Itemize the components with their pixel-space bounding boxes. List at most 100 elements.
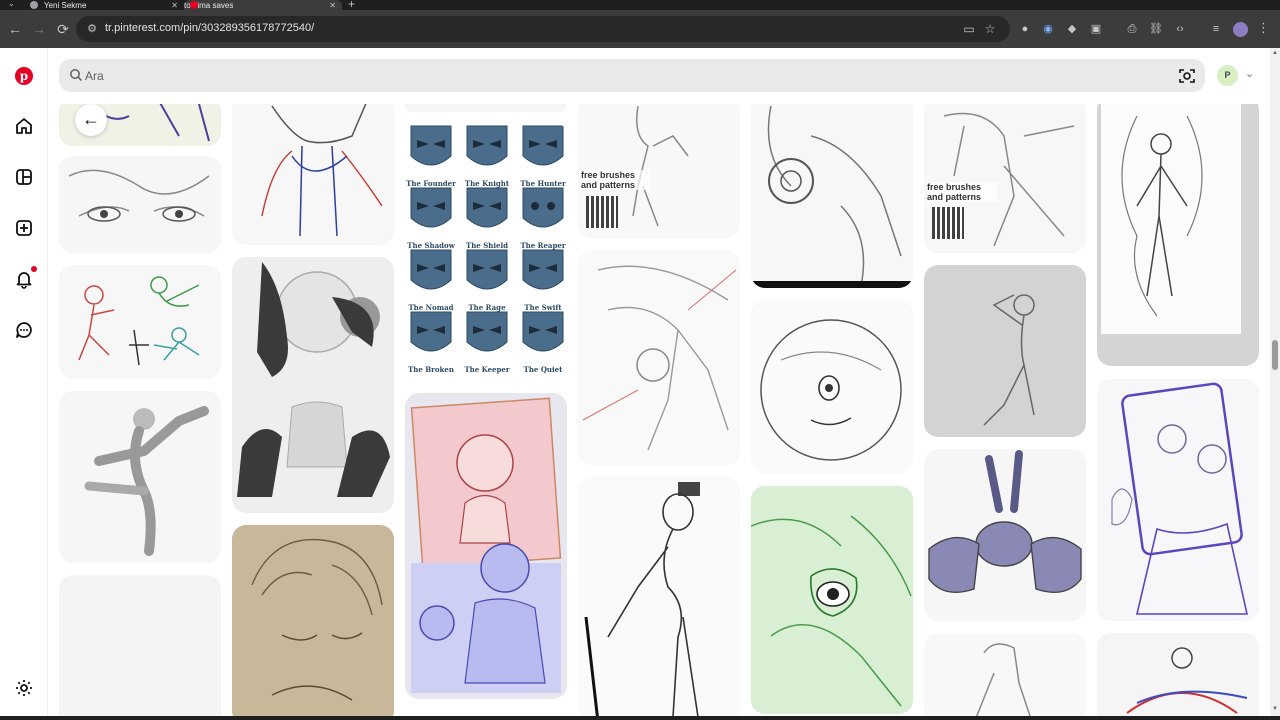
- pin-card[interactable]: [232, 257, 394, 513]
- mask-grid-image: [410, 125, 564, 352]
- messages-icon[interactable]: [14, 320, 34, 340]
- extension-diamond-icon[interactable]: ◆: [1065, 22, 1079, 36]
- pin-card[interactable]: [59, 265, 221, 379]
- pin-card[interactable]: [751, 300, 913, 474]
- pin-card[interactable]: [232, 525, 394, 716]
- link-icon[interactable]: ⛓: [1149, 22, 1163, 36]
- pin-card[interactable]: [924, 449, 1086, 621]
- pin-card[interactable]: [232, 104, 394, 245]
- mask-label: The Swift: [524, 303, 562, 312]
- mask-label: The Hunter: [520, 179, 566, 188]
- search-bar[interactable]: [59, 59, 1205, 92]
- pin-card-masks[interactable]: The Founder The Knight The Hunter The Sh…: [405, 122, 567, 378]
- devtools-code-icon[interactable]: ‹›: [1173, 22, 1187, 36]
- pin-card[interactable]: [59, 575, 221, 716]
- browser-toolbar: ← → ⟳ ⚙ tr.pinterest.com/pin/30328935617…: [0, 10, 1280, 48]
- url-text[interactable]: tr.pinterest.com/pin/303289356178772540/: [105, 22, 314, 34]
- pin-card[interactable]: [924, 265, 1086, 437]
- address-bar[interactable]: ⚙ tr.pinterest.com/pin/30328935617877254…: [76, 16, 1010, 42]
- create-icon[interactable]: [14, 218, 34, 238]
- settings-gear-icon[interactable]: [14, 678, 34, 698]
- extension-gray-icon[interactable]: ●: [1018, 22, 1032, 36]
- qr-code: [932, 207, 964, 239]
- mask-label: The Founder: [406, 179, 456, 188]
- tab-title: Yeni Sekme: [44, 0, 87, 10]
- back-nav-icon[interactable]: ←: [6, 20, 24, 38]
- mask-label: The Reaper: [520, 241, 566, 250]
- pin-sketch-image: [760, 319, 902, 461]
- pin-card[interactable]: [924, 633, 1086, 716]
- qr-code: [586, 196, 618, 228]
- promo-text: free brushes and patterns: [927, 182, 997, 202]
- pin-sketch-image: [410, 397, 562, 693]
- browser-profile-avatar[interactable]: [1233, 22, 1248, 37]
- visual-search-camera-icon[interactable]: [1177, 66, 1197, 86]
- site-info-icon[interactable]: ⚙: [85, 22, 99, 36]
- pin-card[interactable]: [59, 391, 221, 563]
- pin-sketch-image: [1111, 382, 1248, 615]
- pin-card[interactable]: [578, 250, 740, 465]
- reload-icon[interactable]: ⟳: [54, 20, 72, 38]
- search-icon: [70, 69, 83, 82]
- pin-card[interactable]: free brushes and patterns: [578, 104, 740, 238]
- pin-sketch-image: [251, 538, 383, 701]
- pin-grid: ← The Founder The Knight The Hunter The …: [48, 104, 1270, 716]
- top-header: P ⌄: [48, 48, 1270, 104]
- bottom-edge: [0, 716, 1280, 720]
- pin-sketch-image: [237, 262, 390, 497]
- pin-card[interactable]: [751, 486, 913, 714]
- left-nav-rail: p: [0, 48, 48, 716]
- bookmark-star-icon[interactable]: ☆: [982, 21, 998, 37]
- notification-badge: [31, 266, 37, 272]
- pin-card[interactable]: ←: [59, 104, 221, 146]
- pin-card[interactable]: [1097, 379, 1259, 621]
- pin-sketch-image: [261, 104, 383, 237]
- mask-label: The Nomad: [408, 303, 454, 312]
- pin-card[interactable]: [405, 104, 567, 112]
- close-tab-icon[interactable]: ✕: [171, 1, 178, 10]
- back-button[interactable]: ←: [75, 104, 107, 136]
- extension-audio-icon[interactable]: ◉: [1041, 22, 1055, 36]
- browser-menu-icon[interactable]: ⋮: [1257, 20, 1270, 36]
- reading-list-icon[interactable]: ≡: [1209, 22, 1223, 36]
- pin-sketch-image: [928, 450, 1082, 593]
- mask-label: The Keeper: [464, 365, 510, 374]
- scrollbar-thumb[interactable]: [1272, 340, 1278, 370]
- extensions-puzzle-icon[interactable]: ▣: [1089, 22, 1103, 36]
- cast-icon[interactable]: ▭: [961, 21, 977, 37]
- home-icon[interactable]: [14, 116, 34, 136]
- promo-text: free brushes and patterns: [581, 170, 651, 190]
- account-chevron-down-icon[interactable]: ⌄: [1245, 67, 1254, 80]
- notifications-bell-icon[interactable]: [14, 269, 34, 289]
- pin-sketch-image: [751, 515, 912, 707]
- forward-nav-icon[interactable]: →: [30, 20, 48, 38]
- pin-sketch-image: [751, 105, 913, 288]
- search-input[interactable]: [85, 59, 1135, 92]
- page-scrollbar[interactable]: ▲ ▼: [1270, 48, 1280, 716]
- globe-icon: [30, 1, 38, 9]
- scroll-down-arrow-icon[interactable]: ▼: [1272, 706, 1278, 712]
- pin-card[interactable]: free brushes and patterns: [924, 104, 1086, 253]
- pin-card[interactable]: [59, 156, 221, 253]
- pin-sketch-image: [68, 169, 210, 222]
- mask-label: The Knight: [464, 179, 510, 188]
- tab-yeni-sekme[interactable]: Yeni Sekme ✕: [24, 0, 184, 10]
- pin-card[interactable]: [578, 477, 740, 716]
- pin-card[interactable]: [751, 104, 913, 288]
- pin-card[interactable]: [1097, 633, 1259, 716]
- pin-card[interactable]: [1097, 104, 1259, 366]
- pin-sketch-image: [975, 643, 1031, 716]
- close-tab-icon[interactable]: ✕: [329, 1, 336, 10]
- scroll-up-arrow-icon[interactable]: ▲: [1272, 50, 1278, 56]
- pin-card[interactable]: [405, 393, 567, 699]
- mask-label: The Quiet: [523, 365, 563, 374]
- mask-label: The Shadow: [407, 241, 455, 250]
- mask-label: The Shield: [466, 241, 508, 250]
- pinterest-logo-icon[interactable]: p: [15, 67, 33, 85]
- account-avatar[interactable]: P: [1217, 65, 1238, 86]
- pin-sketch-image: [584, 482, 700, 716]
- tab-search-icon[interactable]: ⌄: [8, 0, 15, 8]
- explore-icon[interactable]: [14, 167, 34, 187]
- print-icon[interactable]: ⎙: [1125, 22, 1139, 36]
- tab-tomima-saves[interactable]: tomima saves ✕: [184, 0, 342, 10]
